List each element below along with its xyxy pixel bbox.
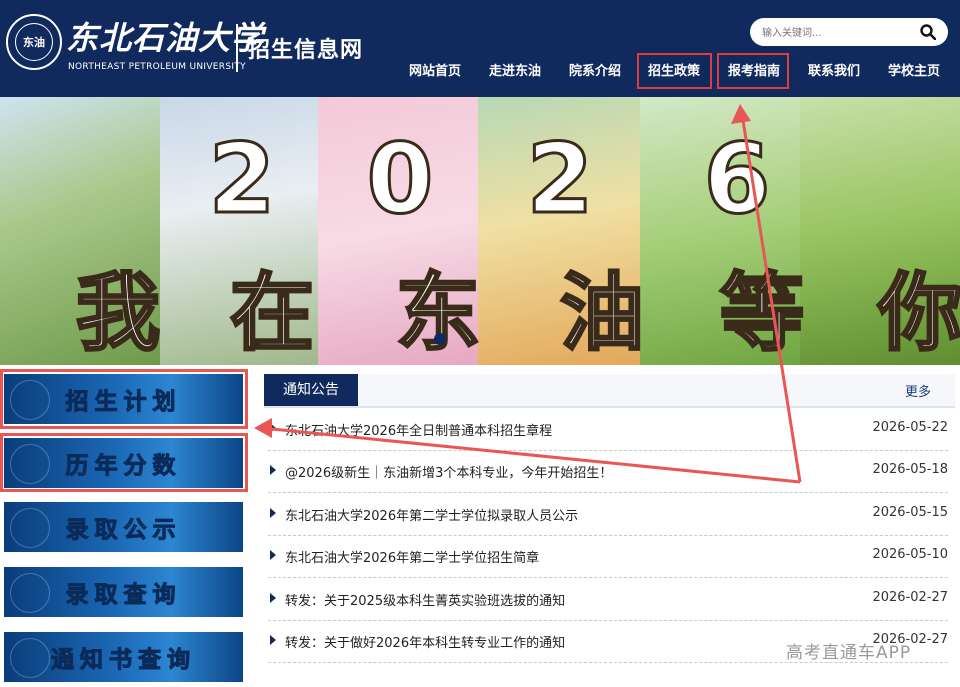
notice-header: 通知公告 更多 xyxy=(264,374,955,408)
notice-title[interactable]: 东北石油大学2026年第二学士学位拟录取人员公示 xyxy=(285,505,578,524)
banner-slogan-char: 你 xyxy=(876,264,960,363)
banner-slogan-char: 等 xyxy=(718,264,805,363)
more-link[interactable]: 更多 xyxy=(905,381,931,400)
highlight-box-application-guide xyxy=(717,53,789,89)
notice-item[interactable]: 东北石油大学2026年第二学士学位招生简章 2026-05-10 xyxy=(268,535,948,578)
notice-date: 2026-05-18 xyxy=(872,462,948,477)
university-name-cn[interactable]: 东北石油大学 xyxy=(66,20,264,56)
university-seal-icon[interactable]: 东油 xyxy=(6,14,62,70)
notice-item[interactable]: 东北石油大学2026年第二学士学位拟录取人员公示 2026-05-15 xyxy=(268,493,948,536)
notice-title[interactable]: 转发：关于做好2026年本科生转专业工作的通知 xyxy=(285,632,565,651)
banner-slogan-char: 东 xyxy=(394,264,481,363)
tab-notices[interactable]: 通知公告 xyxy=(264,374,358,406)
notice-date: 2026-05-22 xyxy=(872,420,948,435)
notice-date: 2026-05-15 xyxy=(872,505,948,520)
notice-title[interactable]: 转发：关于2025级本科生菁英实验班选拔的通知 xyxy=(285,590,565,609)
notice-item[interactable]: 转发：关于2025级本科生菁英实验班选拔的通知 2026-02-27 xyxy=(268,578,948,621)
hero-banner[interactable]: 2 0 2 6 我 在 东 油 等 你 xyxy=(0,97,960,365)
seal-watermark-icon xyxy=(10,573,50,613)
highlight-box-past-scores xyxy=(0,433,248,492)
banner-slogan-char: 我 xyxy=(74,264,161,363)
button-notice-letter-query[interactable]: 通知书查询 xyxy=(4,632,243,682)
bullet-triangle-icon xyxy=(270,635,276,645)
nav-home[interactable]: 网站首页 xyxy=(402,62,468,82)
notice-title[interactable]: 东北石油大学2026年全日制普通本科招生章程 xyxy=(285,420,552,439)
highlight-box-admission-policy xyxy=(637,53,712,89)
seal-text: 东油 xyxy=(15,23,53,61)
site-header: 东油 东北石油大学 NORTHEAST PETROLEUM UNIVERSITY… xyxy=(0,0,960,97)
highlight-box-enrollment-plan xyxy=(0,369,248,429)
nav-about[interactable]: 走进东油 xyxy=(482,62,548,82)
seal-watermark-icon xyxy=(10,638,50,678)
bullet-triangle-icon xyxy=(270,423,276,433)
seal-watermark-icon xyxy=(10,508,50,548)
notice-date: 2026-05-10 xyxy=(872,547,948,562)
nav-school-home[interactable]: 学校主页 xyxy=(881,62,947,82)
university-name-en: NORTHEAST PETROLEUM UNIVERSITY xyxy=(68,62,246,72)
notice-title[interactable]: @2026级新生｜东油新增3个本科专业，今年开始招生！ xyxy=(285,462,612,481)
search-box xyxy=(750,18,948,46)
bullet-triangle-icon xyxy=(270,550,276,560)
notice-date: 2026-02-27 xyxy=(872,590,948,605)
banner-digit: 0 xyxy=(365,123,435,235)
banner-digit: 6 xyxy=(702,123,772,235)
notice-item[interactable]: 东北石油大学2026年全日制普通本科招生章程 2026-05-22 xyxy=(268,408,948,451)
carousel-dot[interactable] xyxy=(434,333,446,345)
bullet-triangle-icon xyxy=(270,508,276,518)
banner-slogan-char: 油 xyxy=(558,264,645,363)
banner-digit: 2 xyxy=(207,123,277,235)
button-admission-query[interactable]: 录取查询 xyxy=(4,567,243,617)
bullet-triangle-icon xyxy=(270,593,276,603)
button-label: 通知书查询 xyxy=(51,646,196,674)
bullet-triangle-icon xyxy=(270,465,276,475)
button-admission-list[interactable]: 录取公示 xyxy=(4,502,243,552)
notice-item[interactable]: @2026级新生｜东油新增3个本科专业，今年开始招生！ 2026-05-18 xyxy=(268,450,948,493)
logo-divider xyxy=(236,24,238,72)
search-input[interactable] xyxy=(760,22,914,44)
watermark-text: 高考直通车APP xyxy=(786,643,912,663)
banner-slogan-char: 在 xyxy=(228,264,315,363)
search-icon[interactable] xyxy=(920,24,936,40)
notice-title[interactable]: 东北石油大学2026年第二学士学位招生简章 xyxy=(285,547,539,566)
nav-departments[interactable]: 院系介绍 xyxy=(562,62,628,82)
banner-digit: 2 xyxy=(525,123,595,235)
nav-contact[interactable]: 联系我们 xyxy=(801,62,867,82)
site-title: 招生信息网 xyxy=(248,38,364,63)
button-label: 录取公示 xyxy=(65,516,182,544)
button-label: 录取查询 xyxy=(65,581,182,609)
